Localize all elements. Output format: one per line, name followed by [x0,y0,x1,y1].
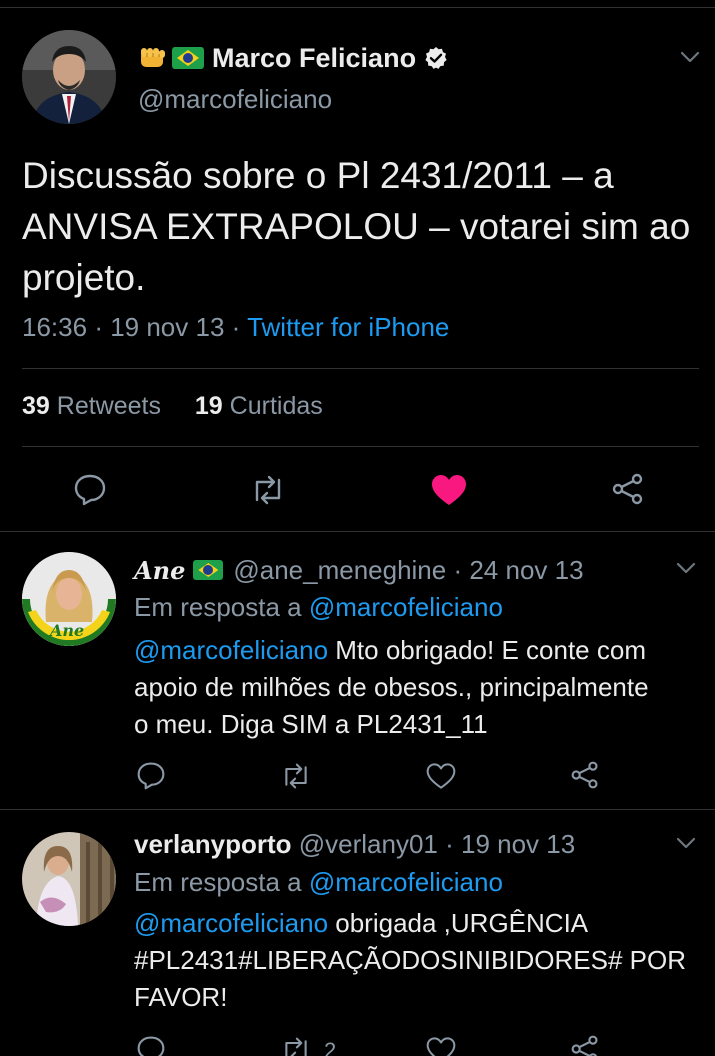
reply-avatar[interactable]: Ane [22,552,116,646]
likes-count: 19 [194,392,223,420]
tweet-stats: 39 Retweets 19 Curtidas [22,392,323,421]
separator [22,368,699,369]
retweets-stat[interactable]: 39 Retweets [22,392,161,420]
reply-header: Ane @ane_meneghine · 24 nov 13 [134,552,584,588]
reply-icon[interactable] [136,760,166,795]
likes-stat[interactable]: 19 Curtidas [195,392,323,420]
reply-text-line: apoio de milhões de obesos., principalme… [134,672,649,702]
reply-text: @marcofeliciano Mto obrigado! E conte co… [134,632,704,743]
retweets-count: 39 [22,392,50,420]
reply-date: 24 nov 13 [469,554,584,585]
like-icon[interactable] [431,474,467,511]
fist-emoji-icon [138,45,168,71]
reply-text-segment: obrigada ,URGÊNCIA [328,908,589,938]
retweet-count: 2 [324,1038,337,1056]
reply-text-line: o meu. Diga SIM a PL2431_11 [134,709,488,739]
tweet-text: Discussão sobre o Pl 2431/2011 – a ANVIS… [22,155,691,298]
likes-label: Curtidas [229,392,323,420]
reply-text: @marcofeliciano obrigada ,URGÊNCIA #PL24… [134,905,709,1016]
share-icon[interactable] [611,472,645,511]
brazil-flag-icon [172,47,204,69]
reply-avatar[interactable] [22,832,116,926]
retweets-label: Retweets [56,392,161,420]
reply-date: 19 nov 13 [460,828,576,859]
meta-separator: · [231,312,248,342]
in-reply-to: Em resposta a @marcofeliciano [134,867,503,898]
brazil-flag-icon [193,560,224,580]
author-avatar[interactable] [22,30,116,124]
chevron-down-icon[interactable] [675,557,697,579]
reply-text-line: FAVOR! [134,982,228,1012]
reply-icon[interactable] [73,472,107,511]
like-icon[interactable] [426,762,456,795]
divider [0,531,715,532]
reply-text-line: @marcofeliciano Mto obrigado! E conte co… [134,632,704,669]
retweet-icon[interactable] [280,1036,312,1056]
in-reply-mention[interactable]: @marcofeliciano [309,592,503,622]
reply-handle[interactable]: @verlany01 [299,829,438,860]
share-icon[interactable] [570,760,600,795]
tweet-meta: 16:36 · 19 nov 13 · Twitter for iPhone [22,312,449,343]
author-name[interactable]: Marco Feliciano [212,43,416,74]
chevron-down-icon[interactable] [679,46,701,68]
separator [22,446,699,447]
tweet-date: 19 nov 13 [110,312,225,342]
top-border [0,0,715,8]
retweet-icon[interactable] [250,474,286,511]
author-handle[interactable]: @marcofeliciano [138,84,332,115]
in-reply-mention[interactable]: @marcofeliciano [309,867,503,897]
reply-header: verlanyporto @verlany01 · 19 nov 13 [134,826,575,862]
like-icon[interactable] [426,1036,456,1056]
reply-text-line: #PL2431#LIBERAÇÃODOSINIBIDORES# POR [134,945,687,975]
in-reply-to: Em resposta a @marcofeliciano [134,592,503,623]
chevron-down-icon[interactable] [675,832,697,854]
tweet-source[interactable]: Twitter for iPhone [247,312,449,342]
reply-author-name[interactable]: Ane [134,556,185,585]
retweet-icon[interactable] [280,762,312,795]
reply-text-segment: Mto obrigado! E conte com [328,635,646,665]
reply-handle[interactable]: @ane_meneghine [233,555,446,586]
reply-author-name[interactable]: verlanyporto [134,829,292,860]
reply-mention[interactable]: @marcofeliciano [134,908,328,938]
in-reply-prefix: Em resposta a [134,867,302,897]
share-icon[interactable] [570,1034,600,1056]
divider [0,809,715,810]
reply-text-line: @marcofeliciano obrigada ,URGÊNCIA [134,905,709,942]
reply-mention[interactable]: @marcofeliciano [134,635,328,665]
meta-separator: · [446,554,470,585]
meta-separator: · [94,312,111,342]
in-reply-prefix: Em resposta a [134,592,302,622]
author-name-row: Marco Feliciano [138,40,448,76]
avatar-script-text: Ane [48,621,84,640]
meta-separator: · [437,828,461,859]
tweet-time: 16:36 [22,312,88,342]
reply-icon[interactable] [136,1034,166,1056]
verified-icon [424,46,448,70]
